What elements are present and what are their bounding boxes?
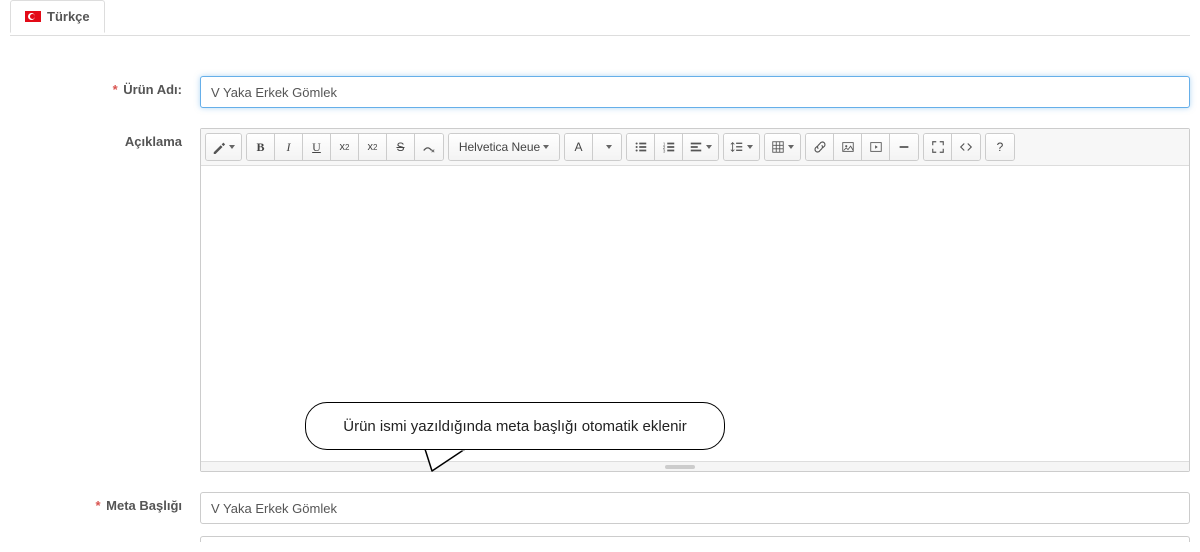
font-color-dropdown[interactable] xyxy=(593,134,621,160)
row-product-name: * Ürün Adı: xyxy=(10,66,1190,118)
italic-button[interactable]: I xyxy=(275,134,303,160)
help-button[interactable]: ? xyxy=(986,134,1014,160)
font-color-button[interactable]: A xyxy=(565,134,593,160)
lineheight-button[interactable] xyxy=(724,134,759,160)
link-button[interactable] xyxy=(806,134,834,160)
video-button[interactable] xyxy=(862,134,890,160)
product-name-input[interactable] xyxy=(200,76,1190,108)
tab-label: Türkçe xyxy=(47,9,90,24)
ol-button[interactable]: 123 xyxy=(655,134,683,160)
callout-tail-icon xyxy=(420,447,480,477)
svg-text:3: 3 xyxy=(662,148,665,153)
strikethrough-button[interactable]: S xyxy=(387,134,415,160)
chevron-down-icon xyxy=(706,145,712,149)
chevron-down-icon xyxy=(606,145,612,149)
required-marker: * xyxy=(113,82,118,97)
clear-format-button[interactable] xyxy=(415,134,443,160)
fullscreen-button[interactable] xyxy=(924,134,952,160)
subscript-button[interactable]: x2 xyxy=(359,134,387,160)
label-product-name: * Ürün Adı: xyxy=(10,76,200,97)
hint-callout: Ürün ismi yazıldığında meta başlığı otom… xyxy=(305,402,725,450)
flag-icon xyxy=(25,11,41,22)
underline-button[interactable]: U xyxy=(303,134,331,160)
tab-turkish[interactable]: Türkçe xyxy=(10,0,105,33)
required-marker: * xyxy=(95,498,100,513)
hr-button[interactable] xyxy=(890,134,918,160)
chevron-down-icon xyxy=(788,145,794,149)
editor-resize-handle[interactable] xyxy=(201,461,1189,471)
bold-button[interactable]: B xyxy=(247,134,275,160)
superscript-button[interactable]: x2 xyxy=(331,134,359,160)
label-description: Açıklama xyxy=(10,128,200,149)
magic-button[interactable] xyxy=(206,134,241,160)
font-family-select[interactable]: Helvetica Neue xyxy=(449,134,559,160)
tabs: Türkçe xyxy=(10,0,1190,36)
chevron-down-icon xyxy=(747,145,753,149)
row-meta-title: * Meta Başlığı xyxy=(10,482,1190,534)
row-next xyxy=(10,534,1190,552)
label-meta-title: * Meta Başlığı xyxy=(10,492,200,513)
code-button[interactable] xyxy=(952,134,980,160)
editor-toolbar: B I U x2 x2 S Helvetica Neue xyxy=(201,129,1189,166)
chevron-down-icon xyxy=(229,145,235,149)
align-button[interactable] xyxy=(683,134,718,160)
image-button[interactable] xyxy=(834,134,862,160)
chevron-down-icon xyxy=(543,145,549,149)
meta-title-input[interactable] xyxy=(200,492,1190,524)
table-button[interactable] xyxy=(765,134,800,160)
ul-button[interactable] xyxy=(627,134,655,160)
